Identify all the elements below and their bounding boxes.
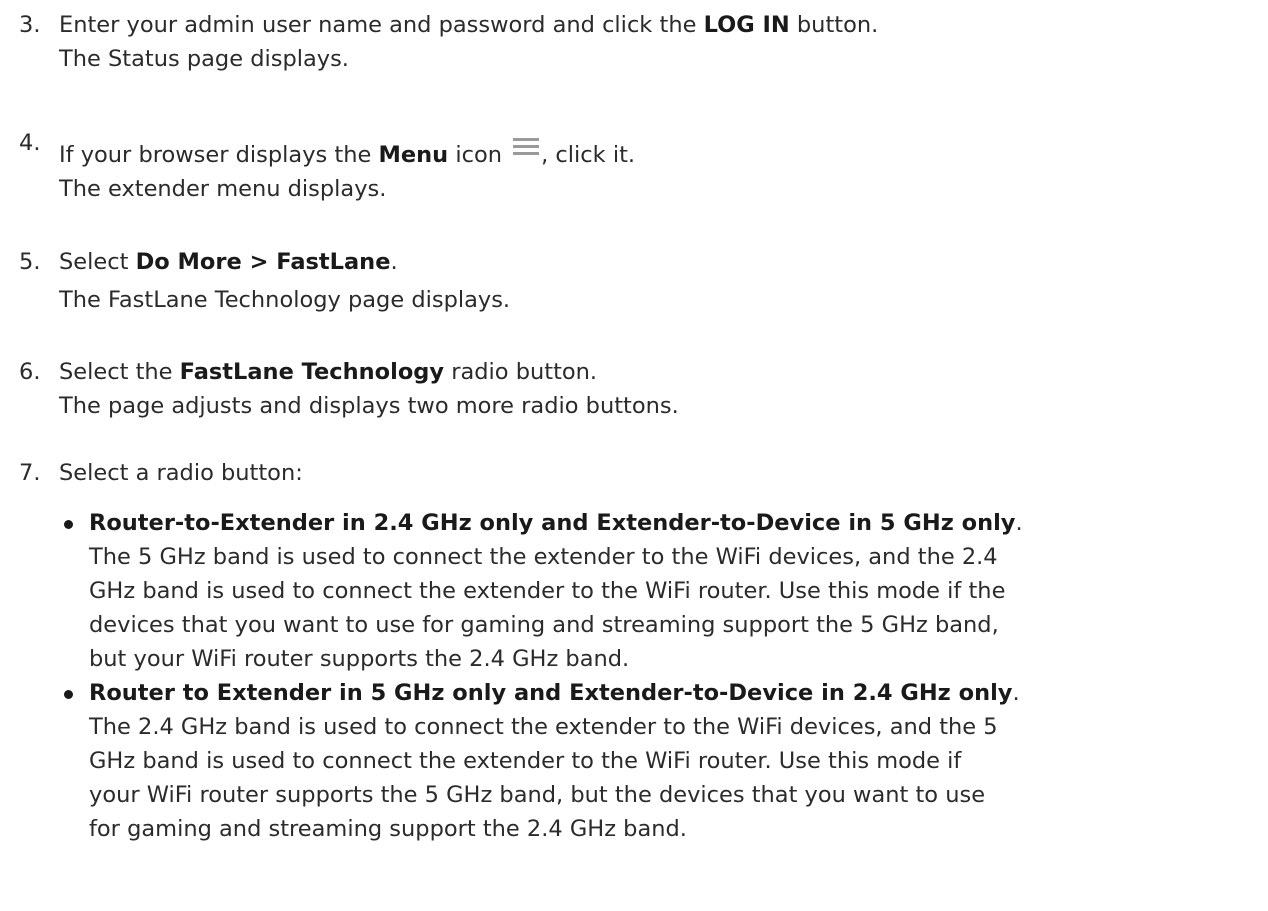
step-body: Select Do More > FastLane. The FastLane … [59,245,1258,317]
ui-term: LOG IN [703,12,790,38]
step-result: The FastLane Technology page displays. [59,287,511,313]
option-title: Router-to-Extender in 2.4 GHz only and E… [89,510,1023,536]
step-instruction: If your browser displays the Menu icon ,… [59,136,1258,172]
step-instruction: Enter your admin user name and password … [59,12,879,38]
step-number: 5. [19,249,41,275]
ui-term: FastLane Technology [179,359,445,385]
bullet-icon [64,690,73,699]
step-result: The Status page displays. [59,46,349,72]
step-body: Select the FastLane Technology radio but… [59,355,1258,423]
step-instruction: Select the FastLane Technology radio but… [59,359,598,385]
step-body: Select a radio button: [59,456,1258,490]
step-instruction: Select Do More > FastLane. [59,249,398,275]
hamburger-menu-icon [513,136,540,156]
radio-option-list: Router-to-Extender in 2.4 GHz only and E… [59,506,1259,846]
ui-term: Menu [378,142,449,168]
step-number: 6. [19,359,41,385]
option-description-line: devices that you want to use for gaming … [89,612,999,638]
option-description-line: your WiFi router supports the 5 GHz band… [89,782,986,808]
list-item: Router to Extender in 5 GHz only and Ext… [59,676,1259,846]
option-description-line: GHz band is used to connect the extender… [89,748,962,774]
list-item: Router-to-Extender in 2.4 GHz only and E… [59,506,1259,676]
step-body: If your browser displays the Menu icon ,… [59,136,1258,206]
option-description-line: GHz band is used to connect the extender… [89,578,1006,604]
step-number: 4. [19,130,41,156]
step-result: The page adjusts and displays two more r… [59,393,679,419]
step-number: 3. [19,12,41,38]
step-result: The extender menu displays. [59,176,387,202]
step-instruction: Select a radio button: [59,460,303,486]
ui-term: Do More > FastLane [135,249,391,275]
step-body: Enter your admin user name and password … [59,8,1258,76]
option-description-line: but your WiFi router supports the 2.4 GH… [89,646,630,672]
option-description-line: for gaming and streaming support the 2.4… [89,816,687,842]
option-title: Router to Extender in 5 GHz only and Ext… [89,680,1020,706]
option-description-line: The 5 GHz band is used to connect the ex… [89,544,998,570]
step-number: 7. [19,460,41,486]
option-description-line: The 2.4 GHz band is used to connect the … [89,714,998,740]
bullet-icon [64,520,73,529]
